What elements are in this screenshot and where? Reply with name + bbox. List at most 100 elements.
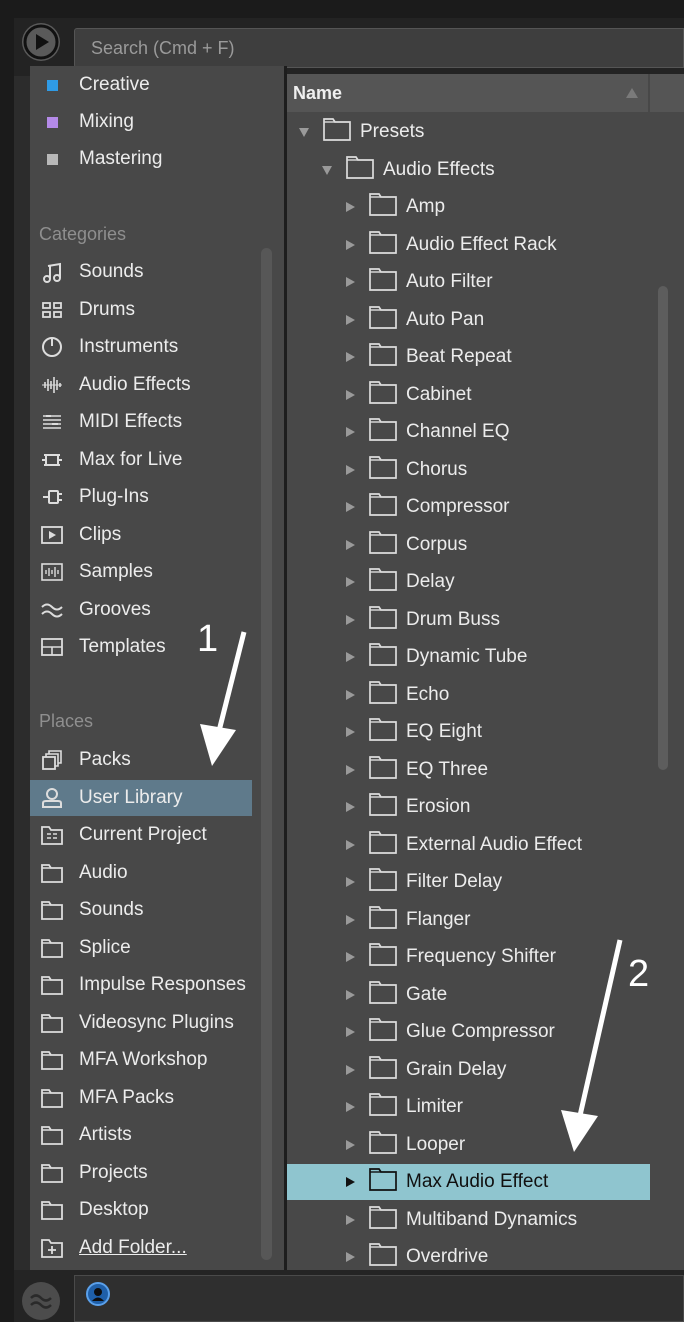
place-item-artists[interactable]: Artists: [30, 1117, 252, 1153]
tree-item-delay[interactable]: Delay: [344, 564, 455, 600]
tree-item-echo[interactable]: Echo: [344, 677, 449, 713]
sidebar-item-audio-effects[interactable]: Audio Effects: [30, 367, 252, 403]
sidebar-item-midi-effects[interactable]: MIDI Effects: [30, 404, 252, 440]
expand-down-icon[interactable]: [298, 126, 310, 138]
tree-item-looper[interactable]: Looper: [344, 1127, 465, 1163]
tree-item-auto-pan[interactable]: Auto Pan: [344, 302, 484, 338]
browser-scrollbar[interactable]: [658, 286, 668, 770]
expand-right-icon[interactable]: [344, 276, 356, 288]
tree-item-audio-effect-rack[interactable]: Audio Effect Rack: [344, 227, 557, 263]
expand-right-icon[interactable]: [344, 689, 356, 701]
sidebar-item-max-for-live[interactable]: Max for Live: [30, 442, 252, 478]
expand-right-icon[interactable]: [344, 614, 356, 626]
sidebar-scrollbar[interactable]: [261, 248, 272, 1260]
expand-right-icon[interactable]: [344, 464, 356, 476]
place-item-videosync-plugins[interactable]: Videosync Plugins: [30, 1005, 252, 1041]
place-item-packs[interactable]: Packs: [30, 742, 252, 778]
tree-item-eq-eight[interactable]: EQ Eight: [344, 714, 482, 750]
tree-item-amp[interactable]: Amp: [344, 189, 445, 225]
sidebar-item-samples[interactable]: Samples: [30, 554, 252, 590]
expand-right-icon[interactable]: [344, 1101, 356, 1113]
tree-item-eq-three[interactable]: EQ Three: [344, 752, 488, 788]
expand-right-icon[interactable]: [344, 801, 356, 813]
expand-right-icon[interactable]: [344, 501, 356, 513]
tree-item-grain-delay[interactable]: Grain Delay: [344, 1052, 506, 1088]
expand-right-icon[interactable]: [344, 201, 356, 213]
expand-right-icon[interactable]: [344, 1176, 356, 1188]
expand-right-icon[interactable]: [344, 426, 356, 438]
expand-right-icon[interactable]: [344, 239, 356, 251]
sidebar-item-drums[interactable]: Drums: [30, 292, 252, 328]
expand-down-icon[interactable]: [321, 164, 333, 176]
tree-item-overdrive[interactable]: Overdrive: [344, 1239, 488, 1270]
sidebar-item-clips[interactable]: Clips: [30, 517, 252, 553]
tree-item-cabinet[interactable]: Cabinet: [344, 377, 472, 413]
expand-right-icon[interactable]: [344, 876, 356, 888]
tree-item-chorus[interactable]: Chorus: [344, 452, 467, 488]
sidebar-item-templates[interactable]: Templates: [30, 629, 252, 665]
expand-right-icon[interactable]: [344, 1064, 356, 1076]
expand-right-icon[interactable]: [344, 314, 356, 326]
expand-right-icon[interactable]: [344, 351, 356, 363]
expand-right-icon[interactable]: [344, 576, 356, 588]
place-item-impulse-responses[interactable]: Impulse Responses: [30, 967, 252, 1003]
tree-item-external-audio-effect[interactable]: External Audio Effect: [344, 827, 582, 863]
tree-item-erosion[interactable]: Erosion: [344, 789, 470, 825]
expand-right-icon[interactable]: [344, 726, 356, 738]
place-item-add-folder[interactable]: Add Folder...: [30, 1230, 252, 1266]
globe-icon[interactable]: [85, 1281, 111, 1307]
tree-item-compressor[interactable]: Compressor: [344, 489, 509, 525]
tree-item-auto-filter[interactable]: Auto Filter: [344, 264, 493, 300]
expand-right-icon[interactable]: [344, 1251, 356, 1263]
expand-right-icon[interactable]: [344, 1214, 356, 1226]
tree-item-glue-compressor[interactable]: Glue Compressor: [344, 1014, 555, 1050]
place-item-mfa-workshop[interactable]: MFA Workshop: [30, 1042, 252, 1078]
expand-right-icon[interactable]: [344, 651, 356, 663]
sort-arrow-icon[interactable]: [625, 87, 639, 99]
place-item-user-library[interactable]: User Library: [30, 779, 252, 816]
expand-right-icon[interactable]: [344, 1026, 356, 1038]
folder-icon: [39, 935, 65, 961]
collection-item-mixing[interactable]: Mixing: [30, 104, 252, 140]
expand-right-icon[interactable]: [344, 1139, 356, 1151]
tree-item-multiband-dynamics[interactable]: Multiband Dynamics: [344, 1202, 577, 1238]
tree-item-beat-repeat[interactable]: Beat Repeat: [344, 339, 512, 375]
groove-pool-button[interactable]: [22, 1282, 60, 1320]
expand-right-icon[interactable]: [344, 839, 356, 851]
sidebar-item-plug-ins[interactable]: Plug-Ins: [30, 479, 252, 515]
tree-item-audio-effects[interactable]: Audio Effects: [321, 152, 495, 188]
sidebar-item-instruments[interactable]: Instruments: [30, 329, 252, 365]
place-item-mfa-packs[interactable]: MFA Packs: [30, 1080, 252, 1116]
tree-item-dynamic-tube[interactable]: Dynamic Tube: [344, 639, 527, 675]
tree-item-frequency-shifter[interactable]: Frequency Shifter: [344, 939, 556, 975]
tree-item-limiter[interactable]: Limiter: [344, 1089, 463, 1125]
expand-right-icon[interactable]: [344, 389, 356, 401]
expand-right-icon[interactable]: [344, 951, 356, 963]
collection-item-creative[interactable]: Creative: [30, 67, 252, 103]
expand-right-icon[interactable]: [344, 914, 356, 926]
place-item-splice[interactable]: Splice: [30, 930, 252, 966]
preview-play-button[interactable]: [22, 23, 60, 61]
place-item-audio[interactable]: Audio: [30, 855, 252, 891]
place-item-sounds[interactable]: Sounds: [30, 892, 252, 928]
name-column-header[interactable]: Name: [287, 74, 648, 112]
expand-right-icon[interactable]: [344, 539, 356, 551]
tree-item-filter-delay[interactable]: Filter Delay: [344, 864, 502, 900]
tree-item-presets[interactable]: Presets: [298, 114, 424, 150]
place-item-projects[interactable]: Projects: [30, 1155, 252, 1191]
tree-item-max-audio-effect[interactable]: Max Audio Effect: [287, 1164, 650, 1200]
tree-item-channel-eq[interactable]: Channel EQ: [344, 414, 510, 450]
folder-icon: [368, 1241, 398, 1270]
tree-item-drum-buss[interactable]: Drum Buss: [344, 602, 500, 638]
expand-right-icon[interactable]: [344, 989, 356, 1001]
search-input[interactable]: [74, 28, 684, 68]
expand-right-icon[interactable]: [344, 764, 356, 776]
sidebar-item-grooves[interactable]: Grooves: [30, 592, 252, 628]
tree-item-gate[interactable]: Gate: [344, 977, 447, 1013]
tree-item-corpus[interactable]: Corpus: [344, 527, 467, 563]
sidebar-item-sounds[interactable]: Sounds: [30, 254, 252, 290]
collection-item-mastering[interactable]: Mastering: [30, 141, 252, 177]
tree-item-flanger[interactable]: Flanger: [344, 902, 470, 938]
place-item-desktop[interactable]: Desktop: [30, 1192, 252, 1228]
place-item-current-project[interactable]: Current Project: [30, 817, 252, 853]
